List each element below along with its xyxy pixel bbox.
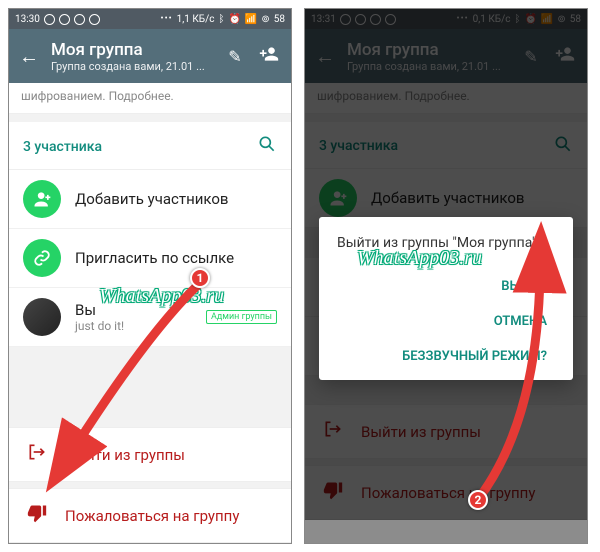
leave-group-label: Выйти из группы [65, 446, 185, 464]
search-icon[interactable] [257, 134, 277, 159]
member-row-you[interactable]: Вы just do it! Админ группы [9, 288, 291, 347]
exit-icon [27, 442, 49, 467]
add-person-icon [23, 180, 61, 218]
status-more-icon: ••• [161, 14, 173, 24]
bluetooth-icon: ᛒ [218, 14, 224, 25]
screen-body: шифрованием. Подробнее. 3 участника Доба… [9, 83, 291, 543]
members-count: 3 участника [23, 139, 102, 155]
wifi-icon: ⊚ [261, 14, 269, 25]
back-icon[interactable]: ← [19, 44, 41, 69]
annotation-marker-2: 2 [468, 490, 488, 510]
status-icon [89, 14, 100, 25]
members-header: 3 участника [9, 122, 291, 170]
dialog-message: Выйти из группы "Моя группа"? [337, 235, 555, 251]
status-bar: 13:30 ••• 1,1 КБ/с ᛒ ⏰ 📶 ⊚ 58 [9, 9, 291, 29]
screenshot-right: 13:31 ••• 0,1 КБ/с ᛒ ⏰ 📶 ⊚ 58 ← [304, 8, 588, 544]
annotation-marker-1: 1 [190, 268, 210, 288]
alarm-icon: ⏰ [228, 14, 240, 25]
status-icon [44, 14, 55, 25]
link-icon [23, 239, 61, 277]
screenshot-left: 13:30 ••• 1,1 КБ/с ᛒ ⏰ 📶 ⊚ 58 ← Моя груп… [8, 8, 292, 544]
invite-link-row[interactable]: Пригласить по ссылке [9, 229, 291, 288]
status-icon [74, 14, 85, 25]
thumbs-down-icon [27, 503, 49, 528]
signal-icon: 📶 [245, 14, 257, 25]
status-net: 1,1 КБ/с [177, 14, 215, 25]
status-icon [59, 14, 70, 25]
member-name: Вы [75, 301, 192, 319]
group-subtitle: Группа создана вами, 21.01 ... [51, 60, 213, 73]
add-members-row[interactable]: Добавить участников [9, 170, 291, 229]
group-title: Моя группа [51, 40, 213, 60]
add-person-icon[interactable] [257, 44, 281, 68]
report-group-row[interactable]: Пожаловаться на группу [9, 488, 291, 543]
avatar [23, 298, 61, 336]
dialog-leave-button[interactable]: ВЫЙТИ [493, 269, 555, 304]
dialog-mute-button[interactable]: БЕЗЗВУЧНЫЙ РЕЖИМ? [394, 339, 555, 374]
leave-group-row[interactable]: Выйти из группы [9, 427, 291, 482]
dialog-cancel-button[interactable]: ОТМЕНА [486, 304, 555, 339]
edit-icon[interactable]: ✎ [223, 47, 247, 66]
report-group-label: Пожаловаться на группу [65, 507, 239, 525]
add-members-label: Добавить участников [75, 190, 277, 208]
status-time: 13:30 [15, 14, 40, 25]
battery-text: 58 [274, 14, 285, 25]
leave-group-dialog: Выйти из группы "Моя группа"? ВЫЙТИ ОТМЕ… [319, 217, 573, 380]
encryption-hint[interactable]: шифрованием. Подробнее. [9, 83, 291, 114]
member-status: just do it! [75, 319, 192, 333]
invite-link-label: Пригласить по ссылке [75, 249, 277, 267]
app-bar: ← Моя группа Группа создана вами, 21.01 … [9, 29, 291, 83]
admin-badge: Админ группы [206, 310, 277, 324]
